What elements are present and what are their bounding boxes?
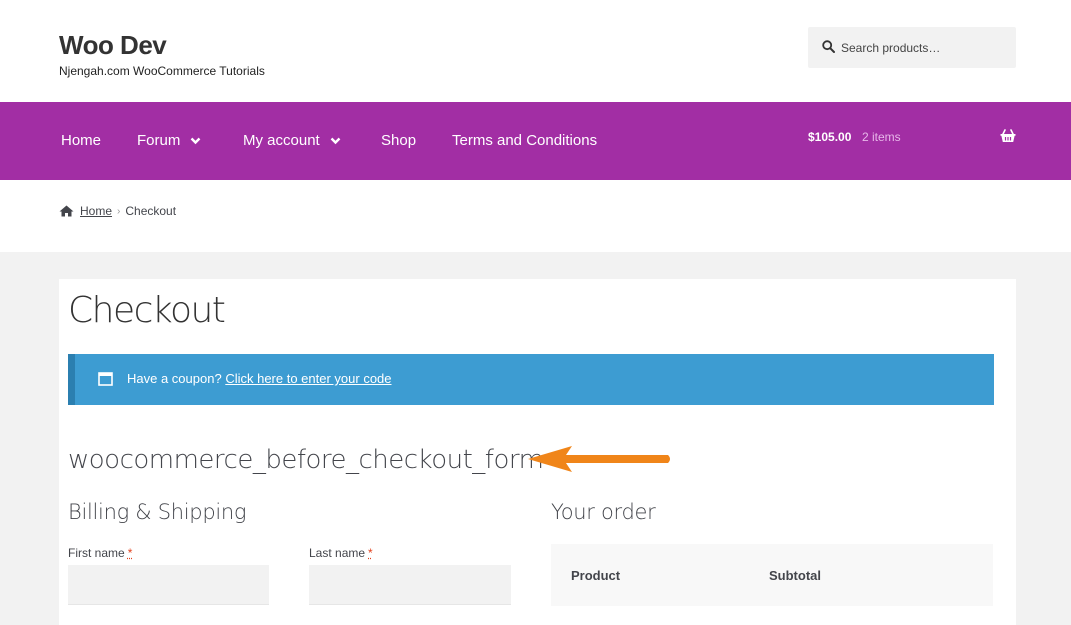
coupon-notice: Have a coupon? Click here to enter your … bbox=[68, 354, 994, 405]
hook-label: woocommerce_before_checkout_form bbox=[68, 445, 544, 475]
search-box[interactable] bbox=[808, 27, 1016, 68]
order-table-header: Product Subtotal bbox=[551, 544, 993, 606]
chevron-down-icon bbox=[190, 137, 201, 144]
coupon-link[interactable]: Click here to enter your code bbox=[225, 371, 391, 386]
first-name-label-text: First name bbox=[68, 546, 125, 560]
nav-item-shop[interactable]: Shop bbox=[381, 132, 416, 149]
breadcrumb-home-link[interactable]: Home bbox=[80, 204, 112, 218]
site-header: Woo Dev Njengah.com WooCommerce Tutorial… bbox=[0, 0, 1071, 102]
search-input[interactable] bbox=[841, 38, 1006, 58]
breadcrumb: Home › Checkout bbox=[59, 204, 176, 218]
coupon-prompt: Have a coupon? bbox=[127, 371, 222, 386]
last-name-label-text: Last name bbox=[309, 546, 366, 560]
site-tagline: Njengah.com WooCommerce Tutorials bbox=[59, 64, 265, 78]
primary-navigation: Home Forum My account Shop Terms and Con… bbox=[0, 102, 1071, 180]
last-name-label: Last name * bbox=[309, 546, 373, 560]
nav-item-home[interactable]: Home bbox=[61, 132, 101, 149]
page-title: Checkout bbox=[68, 290, 226, 331]
search-icon bbox=[822, 40, 835, 53]
site-title[interactable]: Woo Dev bbox=[59, 30, 167, 61]
basket-icon bbox=[1000, 129, 1016, 142]
chevron-down-icon bbox=[330, 137, 341, 144]
nav-item-label: Shop bbox=[381, 132, 417, 149]
nav-item-label: My account bbox=[243, 132, 320, 149]
order-col-subtotal: Subtotal bbox=[769, 568, 821, 583]
order-col-product: Product bbox=[571, 568, 621, 583]
nav-item-forum[interactable]: Forum bbox=[137, 132, 201, 149]
coupon-window-icon bbox=[98, 372, 113, 386]
annotation-arrow-icon bbox=[528, 446, 670, 472]
breadcrumb-separator: › bbox=[117, 205, 121, 217]
cart-amount: $105.00 bbox=[808, 130, 852, 144]
nav-item-terms[interactable]: Terms and Conditions bbox=[452, 132, 597, 149]
header-cart[interactable]: $105.00 2 items bbox=[808, 129, 1016, 149]
cart-count: 2 items bbox=[862, 130, 901, 144]
breadcrumb-current: Checkout bbox=[125, 204, 177, 218]
billing-title: Billing & Shipping bbox=[68, 500, 247, 524]
coupon-text: Have a coupon? Click here to enter your … bbox=[127, 371, 392, 386]
last-name-field[interactable] bbox=[309, 565, 511, 605]
required-mark: * bbox=[127, 546, 133, 560]
order-title: Your order bbox=[551, 500, 656, 524]
home-icon bbox=[59, 205, 74, 217]
nav-item-label: Terms and Conditions bbox=[452, 132, 598, 149]
required-mark: * bbox=[368, 546, 373, 560]
nav-item-label: Home bbox=[61, 132, 102, 149]
nav-item-my-account[interactable]: My account bbox=[243, 132, 341, 149]
first-name-field[interactable] bbox=[68, 565, 269, 605]
nav-item-label: Forum bbox=[137, 132, 181, 149]
first-name-label: First name * bbox=[68, 546, 132, 560]
